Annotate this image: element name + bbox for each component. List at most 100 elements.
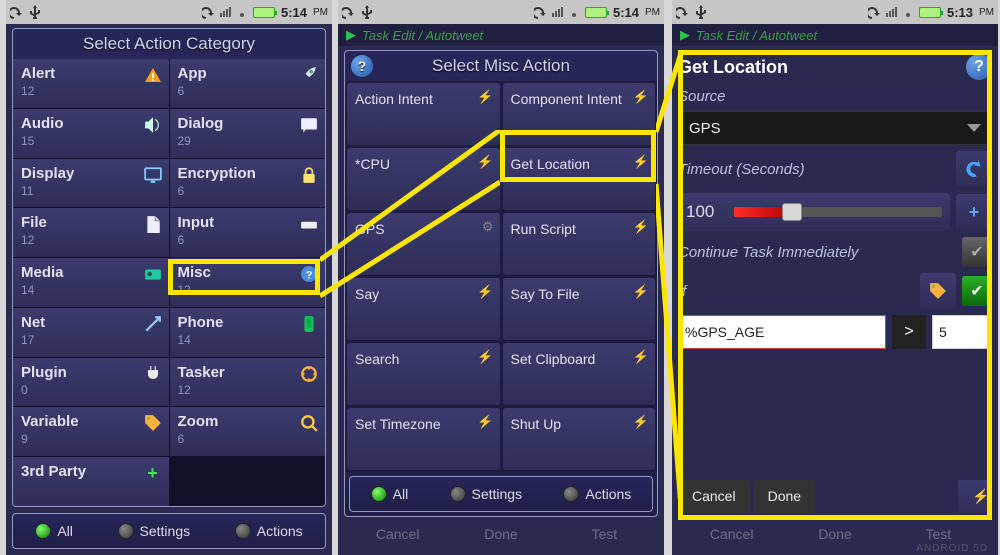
plug-icon: [143, 364, 163, 384]
help-icon: [299, 264, 319, 284]
timeout-label: Timeout (Seconds): [678, 161, 950, 178]
refresh-button[interactable]: [956, 151, 992, 187]
lock-icon: [299, 165, 319, 185]
sync-icon: [676, 5, 690, 19]
category-app[interactable]: App6: [170, 59, 326, 108]
source-select[interactable]: GPS: [678, 111, 992, 145]
filter-all[interactable]: All: [371, 486, 409, 502]
category-phone[interactable]: Phone14: [170, 308, 326, 357]
category-dialog[interactable]: Dialog29: [170, 109, 326, 158]
action-gps[interactable]: GPS⚙: [347, 213, 500, 275]
wifi-icon: [567, 5, 581, 19]
slider-thumb[interactable]: [782, 203, 802, 221]
category-alert[interactable]: Alert12: [13, 59, 169, 108]
battery-icon: [919, 7, 941, 18]
category-plugin[interactable]: Plugin0: [13, 358, 169, 407]
cancel-button[interactable]: Cancel: [678, 480, 750, 513]
zoom-icon: [299, 413, 319, 433]
continue-checkbox[interactable]: ✔: [962, 237, 992, 267]
phone-3: 5:13PM ▶Task Edit / Autotweet Get Locati…: [672, 0, 998, 555]
content: Select Action Category Alert12 App6 Audi…: [6, 24, 332, 555]
category-misc[interactable]: Misc12: [170, 258, 326, 307]
alert-icon: [143, 65, 163, 85]
tag-button[interactable]: [920, 273, 956, 309]
bolt-button[interactable]: ⚡: [958, 480, 992, 513]
wifi-icon: [901, 5, 915, 19]
signal-icon: [220, 7, 231, 17]
speaker-icon: [143, 115, 163, 135]
status-bar: 5:14PM: [6, 0, 332, 24]
test-dim: Test: [553, 526, 656, 542]
content: ▶Task Edit / Autotweet Get Location ? So…: [672, 24, 998, 555]
chevron-down-icon: [967, 124, 981, 132]
category-display[interactable]: Display11: [13, 159, 169, 208]
action-cpu[interactable]: *CPU⚡: [347, 148, 500, 210]
phone-icon: [299, 314, 319, 334]
filter-actions[interactable]: Actions: [235, 523, 303, 539]
gear-icon: [299, 364, 319, 384]
status-bar: 5:14PM: [338, 0, 664, 24]
if-operator-button[interactable]: >: [892, 315, 926, 349]
bolt-icon: ⚡: [477, 89, 493, 105]
bolt-icon: ⚡: [477, 154, 493, 170]
bolt-icon: ⚡: [477, 414, 493, 430]
rocket-icon: [299, 65, 319, 85]
clock-time: 5:13: [947, 5, 973, 20]
sync-icon: [534, 5, 548, 19]
slider-track[interactable]: [734, 207, 942, 217]
background-title: ▶Task Edit / Autotweet: [672, 24, 998, 46]
category-variable[interactable]: Variable9: [13, 407, 169, 456]
category-encryption[interactable]: Encryption6: [170, 159, 326, 208]
action-say[interactable]: Say⚡: [347, 278, 500, 340]
done-button[interactable]: Done: [754, 480, 815, 513]
category-file[interactable]: File12: [13, 208, 169, 257]
help-button[interactable]: ?: [966, 54, 992, 80]
dim-button-row: Cancel Done Test: [346, 517, 656, 551]
action-say-to-file[interactable]: Say To File⚡: [503, 278, 656, 340]
filter-settings[interactable]: Settings: [450, 486, 523, 502]
content: ▶Task Edit / Autotweet ? Select Misc Act…: [338, 24, 664, 555]
background-title: ▶Task Edit / Autotweet: [338, 24, 664, 46]
help-button[interactable]: ?: [351, 55, 373, 77]
filter-actions[interactable]: Actions: [563, 486, 631, 502]
plus-icon: +: [143, 463, 163, 483]
battery-icon: [253, 7, 275, 18]
signal-icon: [552, 7, 563, 17]
action-component-intent[interactable]: Component Intent⚡: [503, 83, 656, 145]
filter-all[interactable]: All: [35, 523, 73, 539]
plus-button[interactable]: +: [956, 194, 992, 230]
action-set-timezone[interactable]: Set Timezone⚡: [347, 408, 500, 470]
category-zoom[interactable]: Zoom6: [170, 407, 326, 456]
action-set-clipboard[interactable]: Set Clipboard⚡: [503, 343, 656, 405]
file-icon: [143, 214, 163, 234]
timeout-slider[interactable]: 100: [678, 193, 950, 231]
action-search[interactable]: Search⚡: [347, 343, 500, 405]
if-right-input[interactable]: [932, 315, 992, 349]
signal-icon: [886, 7, 897, 17]
category-audio[interactable]: Audio15: [13, 109, 169, 158]
phone-1: 5:14PM Select Action Category Alert12 Ap…: [6, 0, 332, 555]
action-shut-up[interactable]: Shut Up⚡: [503, 408, 656, 470]
usb-icon: [694, 5, 708, 19]
action-action-intent[interactable]: Action Intent⚡: [347, 83, 500, 145]
action-run-script[interactable]: Run Script⚡: [503, 213, 656, 275]
bolt-icon: ⚡: [633, 219, 649, 235]
category-tasker[interactable]: Tasker12: [170, 358, 326, 407]
if-left-input[interactable]: [678, 315, 886, 349]
dialog-icon: [299, 115, 319, 135]
category-3rd-party[interactable]: 3rd Party+: [13, 457, 169, 506]
input-icon: [299, 214, 319, 234]
action-get-location[interactable]: Get Location⚡: [503, 148, 656, 210]
if-checkbox[interactable]: ✔: [962, 276, 992, 306]
category-media[interactable]: Media14: [13, 258, 169, 307]
bolt-icon: ⚡: [633, 349, 649, 365]
if-label: If: [678, 283, 914, 300]
clock-time: 5:14: [613, 5, 639, 20]
filter-settings[interactable]: Settings: [118, 523, 191, 539]
category-net[interactable]: Net17: [13, 308, 169, 357]
clock-time: 5:14: [281, 5, 307, 20]
display-icon: [143, 165, 163, 185]
phone-2: 5:14PM ▶Task Edit / Autotweet ? Select M…: [338, 0, 664, 555]
category-input[interactable]: Input6: [170, 208, 326, 257]
status-bar: 5:13PM: [672, 0, 998, 24]
